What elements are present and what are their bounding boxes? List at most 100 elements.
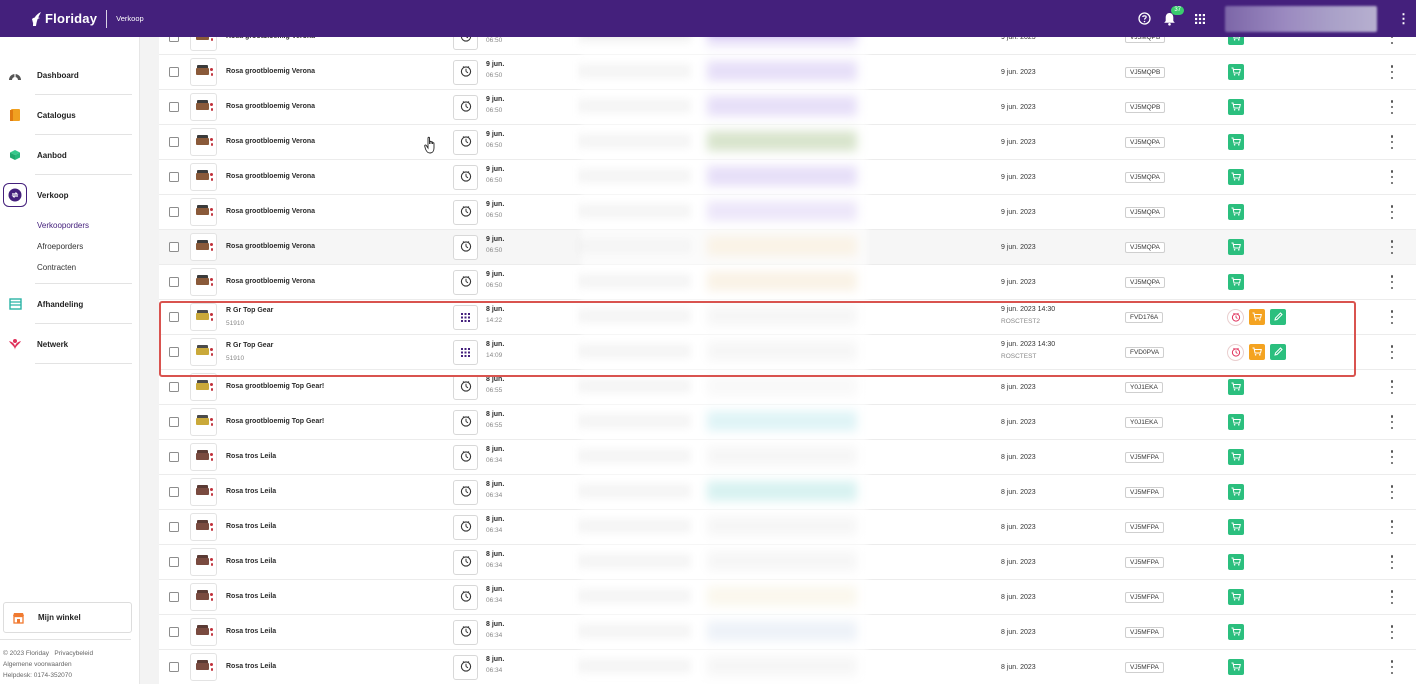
row-more-icon[interactable] — [1390, 520, 1394, 534]
terms-link[interactable]: Algemene voorwaarden — [3, 660, 93, 671]
sidebar-subitem-contracten[interactable]: Contracten — [0, 257, 140, 278]
order-cart-button[interactable] — [1249, 344, 1265, 360]
product-name[interactable]: Rosa tros Leila — [226, 488, 276, 495]
order-type-button[interactable] — [453, 480, 478, 505]
row-more-icon[interactable] — [1390, 555, 1394, 569]
row-checkbox[interactable] — [169, 452, 179, 462]
row-checkbox[interactable] — [169, 627, 179, 637]
order-type-button[interactable] — [453, 95, 478, 120]
row-checkbox[interactable] — [169, 417, 179, 427]
product-name[interactable]: Rosa tros Leila — [226, 523, 276, 530]
row-checkbox[interactable] — [169, 102, 179, 112]
order-type-button[interactable] — [453, 410, 478, 435]
row-more-icon[interactable] — [1390, 660, 1394, 674]
order-cart-button[interactable] — [1228, 589, 1244, 605]
order-type-button[interactable] — [453, 655, 478, 680]
table-row[interactable]: Rosa tros Leila 8 jun. 06:34 8 jun. 2023 VJ5… — [159, 615, 1416, 650]
product-name[interactable]: Rosa grootbloemig Verona — [226, 37, 315, 40]
order-type-button[interactable] — [453, 340, 478, 365]
table-row[interactable]: R Gr Top Gear 51910 8 jun. 14:22 9 jun. 2023… — [159, 300, 1416, 335]
order-type-button[interactable] — [453, 37, 478, 50]
order-cart-button[interactable] — [1228, 624, 1244, 640]
product-name[interactable]: Rosa tros Leila — [226, 628, 276, 635]
user-account-menu[interactable] — [1225, 5, 1377, 32]
help-icon[interactable] — [1137, 12, 1151, 26]
order-cart-button[interactable] — [1228, 274, 1244, 290]
product-name[interactable]: R Gr Top Gear — [226, 342, 273, 349]
more-vertical-icon[interactable]: ⋮ — [1397, 11, 1410, 27]
product-name[interactable]: Rosa grootbloemig Verona — [226, 278, 315, 285]
table-row[interactable]: Rosa tros Leila 8 jun. 06:34 8 jun. 2023 VJ5… — [159, 510, 1416, 545]
table-row[interactable]: Rosa grootbloemig Verona 9 jun. 06:50 9 jun… — [159, 265, 1416, 300]
order-cart-button[interactable] — [1228, 659, 1244, 675]
row-checkbox[interactable] — [169, 522, 179, 532]
edit-button[interactable] — [1270, 309, 1286, 325]
row-more-icon[interactable] — [1390, 37, 1394, 44]
order-type-button[interactable] — [453, 270, 478, 295]
sidebar-item-dashboard[interactable]: Dashboard — [0, 55, 140, 95]
order-type-button[interactable] — [453, 550, 478, 575]
table-row[interactable]: Rosa grootbloemig Verona 9 jun. 06:50 9 jun… — [159, 230, 1416, 265]
bell-icon[interactable]: 37 — [1162, 5, 1184, 26]
order-type-button[interactable] — [453, 60, 478, 85]
row-more-icon[interactable] — [1390, 380, 1394, 394]
order-cart-button[interactable] — [1228, 134, 1244, 150]
sidebar-item-catalogus[interactable]: Catalogus — [0, 95, 140, 135]
order-type-button[interactable] — [453, 620, 478, 645]
product-name[interactable]: Rosa grootbloemig Verona — [226, 103, 315, 110]
order-cart-button[interactable] — [1249, 309, 1265, 325]
order-cart-button[interactable] — [1228, 379, 1244, 395]
row-more-icon[interactable] — [1390, 485, 1394, 499]
row-checkbox[interactable] — [169, 207, 179, 217]
row-checkbox[interactable] — [169, 242, 179, 252]
row-checkbox[interactable] — [169, 347, 179, 357]
table-row[interactable]: Rosa grootbloemig Verona 9 jun. 06:50 9 jun… — [159, 55, 1416, 90]
order-type-button[interactable] — [453, 235, 478, 260]
product-name[interactable]: Rosa grootbloemig Verona — [226, 68, 315, 75]
order-type-button[interactable] — [453, 200, 478, 225]
order-cart-button[interactable] — [1228, 239, 1244, 255]
order-type-button[interactable] — [453, 585, 478, 610]
product-name[interactable]: Rosa tros Leila — [226, 558, 276, 565]
table-row[interactable]: Rosa grootbloemig Verona 9 jun. 06:50 9 jun… — [159, 90, 1416, 125]
sidebar-item-afhandeling[interactable]: Afhandeling — [0, 284, 140, 324]
privacy-link[interactable]: Privacybeleid — [54, 650, 93, 657]
order-cart-button[interactable] — [1228, 449, 1244, 465]
order-type-button[interactable] — [453, 165, 478, 190]
order-cart-button[interactable] — [1228, 554, 1244, 570]
row-checkbox[interactable] — [169, 67, 179, 77]
table-row[interactable]: Rosa tros Leila 8 jun. 06:34 8 jun. 2023 VJ5… — [159, 580, 1416, 615]
sidebar-item-netwerk[interactable]: Netwerk — [0, 324, 140, 364]
apps-grid-icon[interactable] — [1193, 12, 1207, 26]
product-name[interactable]: Rosa grootbloemig Verona — [226, 138, 315, 145]
row-more-icon[interactable] — [1390, 65, 1394, 79]
product-name[interactable]: Rosa grootbloemig Top Gear! — [226, 383, 324, 390]
row-checkbox[interactable] — [169, 487, 179, 497]
row-checkbox[interactable] — [169, 37, 179, 42]
order-type-button[interactable] — [453, 130, 478, 155]
row-more-icon[interactable] — [1390, 310, 1394, 324]
order-cart-button[interactable] — [1228, 519, 1244, 535]
product-name[interactable]: Rosa tros Leila — [226, 453, 276, 460]
row-more-icon[interactable] — [1390, 170, 1394, 184]
sidebar-subitem-afroeporders[interactable]: Afroeporders — [0, 236, 140, 257]
table-row[interactable]: R Gr Top Gear 51910 8 jun. 14:09 9 jun. 2023… — [159, 335, 1416, 370]
floriday-logo[interactable]: Floriday — [31, 11, 97, 27]
table-row[interactable]: Rosa grootbloemig Verona 9 jun. 06:50 9 jun… — [159, 160, 1416, 195]
sidebar-item-aanbod[interactable]: Aanbod — [0, 135, 140, 175]
order-cart-button[interactable] — [1228, 204, 1244, 220]
product-name[interactable]: Rosa grootbloemig Verona — [226, 208, 315, 215]
sidebar-subitem-verkooporders[interactable]: Verkooporders — [0, 215, 140, 236]
order-cart-button[interactable] — [1228, 414, 1244, 430]
row-checkbox[interactable] — [169, 137, 179, 147]
table-row[interactable]: Rosa grootbloemig Verona 9 jun. 06:50 9 jun… — [159, 195, 1416, 230]
edit-button[interactable] — [1270, 344, 1286, 360]
sidebar-item-verkoop[interactable]: Verkoop — [0, 175, 140, 215]
row-more-icon[interactable] — [1390, 345, 1394, 359]
order-cart-button[interactable] — [1228, 64, 1244, 80]
table-row[interactable]: Rosa tros Leila 8 jun. 06:34 8 jun. 2023 VJ5… — [159, 475, 1416, 510]
row-more-icon[interactable] — [1390, 625, 1394, 639]
row-checkbox[interactable] — [169, 557, 179, 567]
my-shop-button[interactable]: Mijn winkel — [3, 602, 132, 633]
auction-status-button[interactable] — [1227, 309, 1244, 326]
